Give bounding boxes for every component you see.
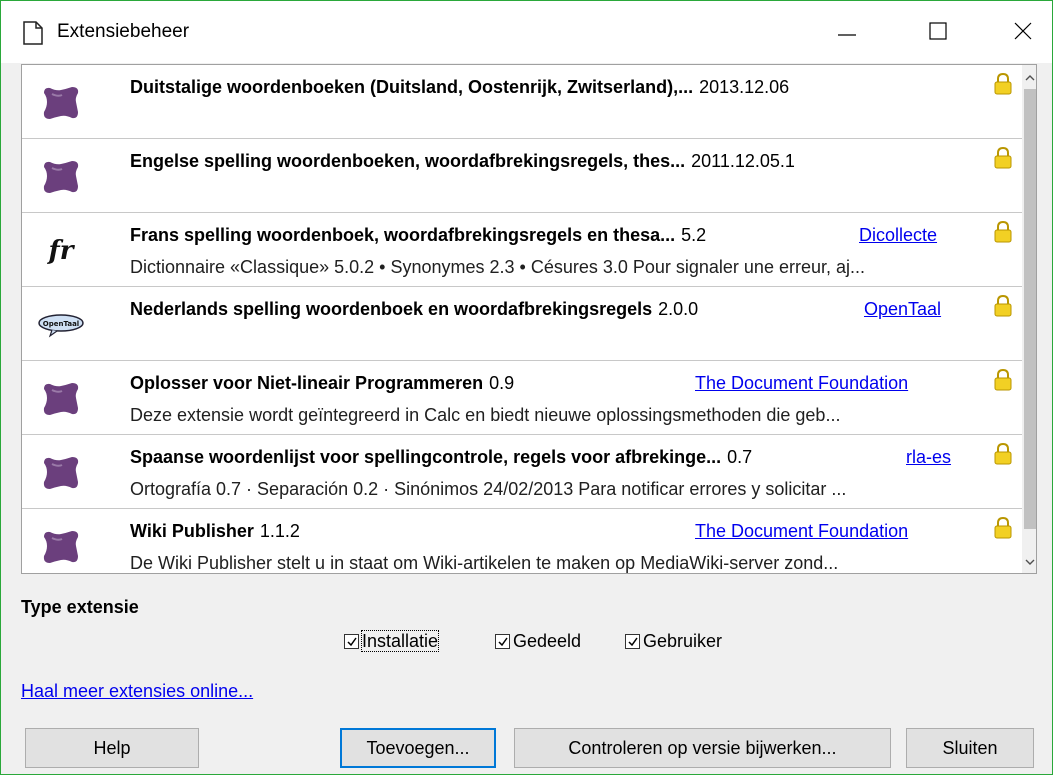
extension-version: 1.1.2 bbox=[259, 521, 300, 541]
puzzle-piece-icon bbox=[38, 79, 84, 125]
checkbox-gebruiker[interactable]: Gebruiker bbox=[625, 631, 722, 652]
extension-description: De Wiki Publisher stelt u in staat om Wi… bbox=[130, 553, 839, 573]
check-updates-button[interactable]: Controleren op versie bijwerken... bbox=[514, 728, 891, 768]
extension-version: 2.0.0 bbox=[658, 299, 699, 319]
type-extension-label: Type extensie bbox=[21, 597, 139, 617]
extension-version: 0.7 bbox=[727, 447, 753, 467]
extension-name: Frans spelling woordenboek, woordafbreki… bbox=[130, 225, 676, 245]
extension-item[interactable]: Wiki Publisher 1.1.2 The Document Foundat… bbox=[22, 509, 1022, 573]
extension-item[interactable]: Oplosser voor Niet-lineair Programmeren 0… bbox=[22, 361, 1022, 435]
puzzle-piece-icon bbox=[38, 375, 84, 421]
publisher-link[interactable]: OpenTaal bbox=[864, 299, 941, 320]
get-more-extensions-link[interactable]: Haal meer extensies online... bbox=[21, 681, 253, 702]
window-title: Extensiebeheer bbox=[57, 21, 190, 42]
publisher-link[interactable]: The Document Foundation bbox=[695, 373, 908, 394]
document-icon bbox=[21, 21, 45, 45]
checkbox-box[interactable] bbox=[344, 634, 359, 649]
checkbox-label: Gebruiker bbox=[643, 631, 723, 651]
extension-item[interactable]: fr Frans spelling woordenboek, woordafbr… bbox=[22, 213, 1022, 287]
minimize-button[interactable] bbox=[824, 11, 870, 51]
extension-description: Dictionnaire «Classique» 5.0.2 • Synonym… bbox=[130, 257, 865, 277]
add-button[interactable]: Toevoegen... bbox=[340, 728, 496, 768]
extension-manager-window: Extensiebeheer Duitstalige woordenboeken… bbox=[0, 0, 1053, 775]
extension-title-line: Duitstalige woordenboeken (Duitsland, Oo… bbox=[130, 77, 789, 98]
extension-list[interactable]: Duitstalige woordenboeken (Duitsland, Oo… bbox=[21, 64, 1037, 574]
help-button[interactable]: Help bbox=[25, 728, 199, 768]
checkbox-installatie[interactable]: Installatie bbox=[344, 630, 440, 652]
lock-icon bbox=[994, 516, 1012, 539]
puzzle-piece-icon bbox=[38, 449, 84, 495]
extension-item[interactable]: Spaanse woordenlijst voor spellingcontro… bbox=[22, 435, 1022, 509]
title-bar[interactable]: Extensiebeheer bbox=[1, 1, 1052, 63]
extension-name: Duitstalige woordenboeken (Duitsland, Oo… bbox=[130, 77, 694, 97]
opentaal-logo-text: OpenTaal bbox=[43, 320, 79, 328]
checkbox-gedeeld[interactable]: Gedeeld bbox=[495, 631, 581, 652]
extension-version: 5.2 bbox=[681, 225, 707, 245]
extension-item[interactable]: Duitstalige woordenboeken (Duitsland, Oo… bbox=[22, 65, 1022, 139]
publisher-link[interactable]: The Document Foundation bbox=[695, 521, 908, 542]
extension-version: 0.9 bbox=[489, 373, 515, 393]
puzzle-piece-icon bbox=[38, 153, 84, 199]
extension-title-line: Nederlands spelling woordenboek en woord… bbox=[130, 299, 698, 320]
fr-logo-text: fr bbox=[47, 236, 76, 266]
extension-version: 2013.12.06 bbox=[699, 77, 790, 97]
scrollbar-thumb[interactable] bbox=[1024, 89, 1036, 529]
extension-item[interactable]: OpenTaal Nederlands spelling woordenboek… bbox=[22, 287, 1022, 361]
extension-name: Nederlands spelling woordenboek en woord… bbox=[130, 299, 653, 319]
puzzle-piece-icon bbox=[38, 523, 84, 569]
checkbox-box[interactable] bbox=[495, 634, 510, 649]
extension-title-line: Spaanse woordenlijst voor spellingcontro… bbox=[130, 447, 752, 468]
maximize-button[interactable] bbox=[915, 11, 961, 51]
extension-name: Engelse spelling woordenboeken, woordafb… bbox=[130, 151, 686, 171]
extension-name: Spaanse woordenlijst voor spellingcontro… bbox=[130, 447, 722, 467]
close-button[interactable]: Sluiten bbox=[906, 728, 1034, 768]
lock-icon bbox=[994, 294, 1012, 317]
extension-title-line: Wiki Publisher 1.1.2 bbox=[130, 521, 300, 542]
extension-item[interactable]: Engelse spelling woordenboeken, woordafb… bbox=[22, 139, 1022, 213]
lock-icon bbox=[994, 442, 1012, 465]
lock-icon bbox=[994, 220, 1012, 243]
extension-name: Oplosser voor Niet-lineair Programmeren bbox=[130, 373, 484, 393]
extension-name: Wiki Publisher bbox=[130, 521, 254, 541]
close-window-button[interactable] bbox=[1000, 11, 1046, 51]
publisher-link[interactable]: rla-es bbox=[906, 447, 951, 468]
fr-logo-icon: fr bbox=[38, 227, 84, 273]
publisher-link[interactable]: Dicollecte bbox=[859, 225, 937, 246]
lock-icon bbox=[994, 146, 1012, 169]
extension-title-line: Oplosser voor Niet-lineair Programmeren 0… bbox=[130, 373, 514, 394]
lock-icon bbox=[994, 368, 1012, 391]
vertical-scrollbar[interactable] bbox=[1022, 65, 1036, 573]
extension-title-line: Frans spelling woordenboek, woordafbreki… bbox=[130, 225, 706, 246]
lock-icon bbox=[994, 72, 1012, 95]
extension-description: Ortografía 0.7 · Separación 0.2 · Sinóni… bbox=[130, 479, 847, 499]
checkbox-label: Installatie bbox=[360, 630, 440, 652]
opentaal-logo-icon: OpenTaal bbox=[38, 301, 84, 347]
checkbox-label: Gedeeld bbox=[513, 631, 582, 651]
extension-title-line: Engelse spelling woordenboeken, woordafb… bbox=[130, 151, 795, 172]
scroll-up-arrow-icon[interactable] bbox=[1024, 71, 1036, 83]
extension-description: Deze extensie wordt geïntegreerd in Calc… bbox=[130, 405, 841, 425]
scroll-down-arrow-icon[interactable] bbox=[1024, 555, 1036, 567]
extension-version: 2011.12.05.1 bbox=[691, 151, 795, 171]
checkbox-box[interactable] bbox=[625, 634, 640, 649]
